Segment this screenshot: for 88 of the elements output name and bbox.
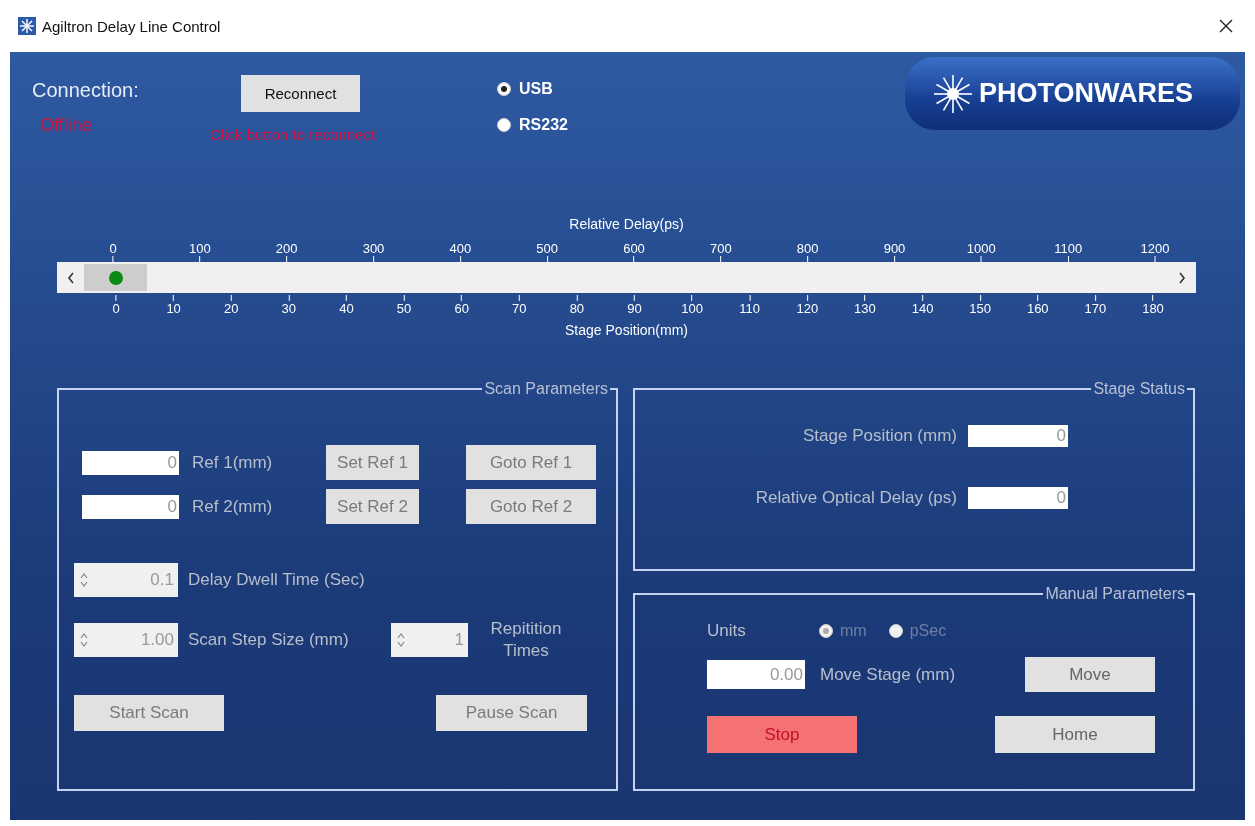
unit-label: pSec [909,622,947,640]
panel-title: Manual Parameters [1044,585,1186,603]
spin-field[interactable]: 0.1 [74,563,178,597]
field-label: Repitition Times [489,618,563,662]
tick-label: 1000 [966,241,996,256]
panel-title: Scan Parameters [483,380,609,398]
spinner-arrows-icon[interactable] [80,572,88,588]
tick-label: 170 [1084,301,1107,316]
set-ref-button[interactable]: Set Ref 2 [326,489,419,524]
tick-label: 900 [883,241,906,256]
tick-label: 50 [396,301,412,316]
spin-value: 0.1 [150,570,174,590]
field-label: Ref 1(mm) [192,452,274,473]
tick-label: 180 [1142,301,1164,316]
field-label: Relative Optical Delay (ps) [754,488,957,508]
port-label: USB [519,80,553,98]
window-title: Agiltron Delay Line Control [42,17,221,35]
connection-label: Connection: [32,79,140,102]
tick-label: 1100 [1054,241,1083,256]
scroll-left-icon[interactable] [67,272,75,284]
tick-label: 120 [796,301,819,316]
tick-label: 700 [710,241,732,256]
move-button[interactable]: Move [1025,657,1155,692]
tick-label: 10 [166,301,181,316]
tick-label: 0 [112,301,120,316]
tick-label: 40 [339,301,354,316]
field-label: Delay Dwell Time (Sec) [188,570,365,590]
field-label: Units [707,621,747,641]
tick-label: 160 [1026,301,1049,316]
pause-scan-button[interactable]: Pause Scan [436,695,587,731]
connection-hint: Click button to reconnect [210,126,377,143]
output-field: 0 [968,425,1068,447]
radio-button[interactable] [497,82,511,96]
goto-ref-button[interactable]: Goto Ref 1 [466,445,596,480]
close-icon[interactable] [1219,19,1233,33]
radio-button[interactable] [497,118,511,132]
spinner-arrows-icon[interactable] [80,632,88,648]
tick-label: 30 [281,301,297,316]
connection-status: Offline [40,115,93,136]
panel-title: Stage Status [1092,380,1186,398]
starburst-icon [933,73,973,114]
tick-label: 100 [189,241,211,256]
tick-label: 200 [275,241,298,256]
input-field[interactable]: 0 [82,450,179,475]
tick-label: 1200 [1140,241,1170,256]
goto-ref-button[interactable]: Goto Ref 2 [466,489,596,524]
tick-label: 60 [454,301,469,316]
port-label: RS232 [519,116,568,134]
field-label: Move Stage (mm) [820,664,957,685]
scroll-track[interactable] [57,262,1196,293]
tick-label: 90 [627,301,642,316]
tick-label: 140 [911,301,934,316]
spinner-arrows-icon[interactable] [397,632,405,648]
input-field[interactable]: 0 [82,494,179,519]
tick-label: 100 [681,301,703,316]
app-icon [18,17,36,35]
spin-value: 1.00 [140,630,174,650]
unit-label: mm [840,622,867,640]
tick-label: 0 [109,241,117,256]
set-ref-button[interactable]: Set Ref 1 [326,445,419,480]
spin-field[interactable]: 1.00 [74,623,178,657]
stop-button[interactable]: Stop [707,716,857,753]
tick-label: 70 [512,301,527,316]
reconnect-button[interactable]: Reconnect [241,75,360,112]
scroll-right-icon[interactable] [1178,272,1186,284]
tick-label: 20 [224,301,239,316]
tick-label: 300 [362,241,385,256]
tick-label: 400 [449,241,472,256]
axis-title: Relative Delay(ps) [569,216,684,232]
field-label: Stage Position (mm) [802,426,957,446]
tick-label: 110 [739,301,761,316]
field-label: Ref 2(mm) [192,496,274,517]
output-field: 0 [968,487,1068,509]
axis-title: Stage Position(mm) [565,322,688,338]
field-label: Scan Step Size (mm) [188,630,350,650]
tick-label: 800 [796,241,819,256]
scroll-thumb[interactable] [84,264,147,291]
home-button[interactable]: Home [995,716,1155,753]
tick-label: 130 [854,301,876,316]
input-field[interactable]: 0.00 [707,660,805,689]
spin-field[interactable]: 1 [391,623,468,657]
tick-label: 500 [536,241,558,256]
tick-label: 150 [969,301,991,316]
tick-label: 80 [569,301,585,316]
spin-value: 1 [454,630,464,650]
logo-text: PHOTONWARES [979,78,1194,109]
tick-label: 600 [623,241,645,256]
start-scan-button[interactable]: Start Scan [74,695,224,731]
